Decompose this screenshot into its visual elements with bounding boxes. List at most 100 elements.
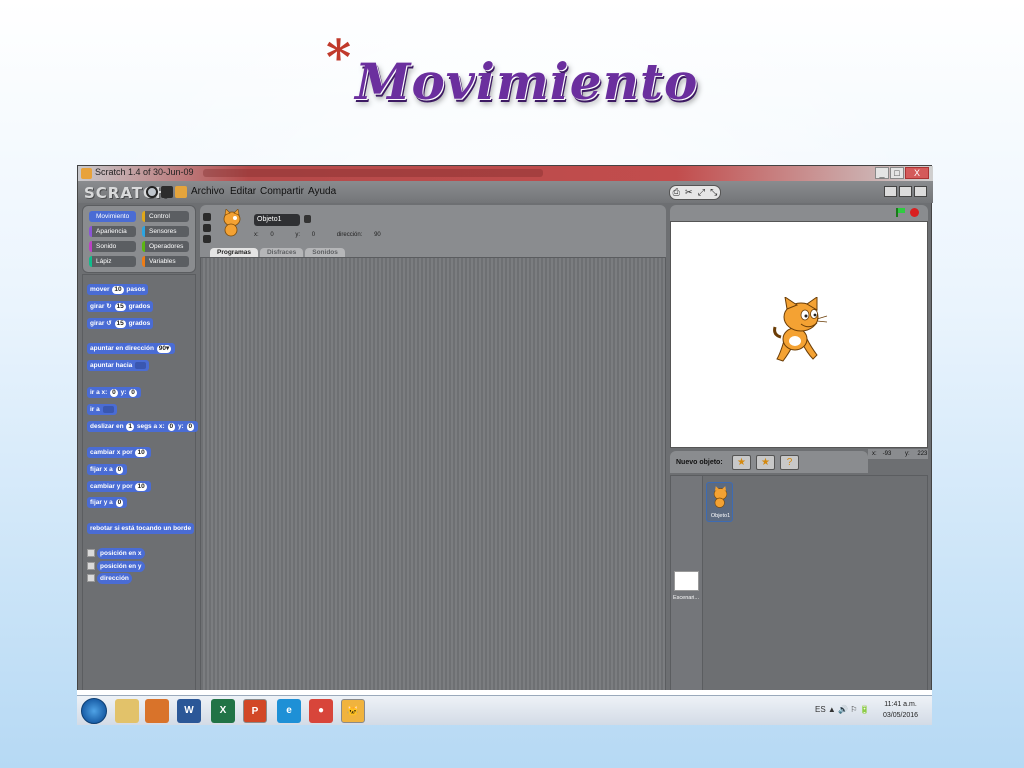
block-input[interactable]: 15 [114,303,126,311]
block-cambiar-y[interactable]: cambiar y por 10 [87,481,151,492]
save-icon[interactable] [161,186,173,198]
block-input[interactable]: 0 [186,423,195,431]
stamp-tool-icon[interactable]: ⎙ [673,187,680,198]
grow-tool-icon[interactable]: ⤢ [698,187,705,198]
sprite-tile-objeto1[interactable]: Objeto1 [706,482,733,522]
checkbox-posicion-x[interactable] [87,549,95,557]
scripts-area[interactable] [200,257,666,692]
green-flag-icon[interactable] [896,208,905,217]
stop-icon[interactable] [910,208,919,217]
block-input[interactable]: 0 [129,389,137,397]
start-button[interactable] [81,698,107,724]
menu-editar[interactable]: Editar [230,186,256,197]
tab-sonidos[interactable]: Sonidos [305,248,345,257]
block-text: cambiar y por [90,483,133,490]
stage[interactable] [670,221,928,448]
direction-value: 90 [374,232,381,238]
block-input[interactable]: 0 [110,389,118,397]
surprise-sprite-icon[interactable]: ? [780,455,799,470]
word-icon[interactable]: W [177,699,201,723]
block-input[interactable]: 0 [115,499,124,507]
choose-sprite-file-icon[interactable]: ★ [756,455,775,470]
category-selector: Movimiento Control Apariencia Sensores S… [82,205,196,273]
normal-stage-icon[interactable] [899,186,912,197]
share-icon[interactable] [175,186,187,198]
explorer-icon[interactable] [115,699,139,723]
block-ir-a-xy[interactable]: ir a x: 0 y: 0 [87,387,141,398]
rotate-style-icon[interactable] [203,213,211,221]
block-deslizar[interactable]: deslizar en 1 segs a x: 0 y: 0 [87,421,199,432]
flip-style-icon[interactable] [203,224,211,232]
cut-tool-icon[interactable]: ✂ [685,187,693,198]
media-player-icon[interactable] [145,699,169,723]
block-input[interactable]: 1 [126,423,135,431]
block-cambiar-x[interactable]: cambiar x por 10 [87,447,151,458]
clock[interactable]: 11:41 a.m. 03/05/2016 [883,699,918,721]
block-dropdown[interactable] [135,361,147,369]
minimize-button[interactable]: _ [875,167,889,179]
menu-compartir[interactable]: Compartir [260,186,304,197]
scratch-window: Scratch 1.4 of 30-Jun-09 _ □ X SCRATCH A… [77,165,933,725]
block-text: posición en x [100,550,142,557]
slide-title: * Movimiento [326,30,698,120]
block-input[interactable]: 10 [135,449,147,457]
block-apuntar-direccion[interactable]: apuntar en dirección 90▾ [87,343,176,354]
block-input[interactable]: 10 [112,286,124,294]
block-fijar-x[interactable]: fijar x a 0 [87,464,128,475]
scratch-taskbar-icon[interactable]: 🐱 [341,699,365,723]
block-text: posición en y [100,563,142,570]
checkbox-posicion-y[interactable] [87,562,95,570]
y-value: 0 [311,232,316,238]
category-apariencia[interactable]: Apariencia [89,226,136,237]
block-girar-izquierda[interactable]: girar ↺ 15 grados [87,318,154,329]
block-input[interactable]: 15 [114,320,126,328]
maximize-button[interactable]: □ [890,167,904,179]
reporter-direccion[interactable]: dirección [97,573,132,584]
reporter-posicion-y[interactable]: posición en y [97,561,145,572]
presentation-mode-icon[interactable] [914,186,927,197]
block-fijar-y[interactable]: fijar y a 0 [87,497,128,508]
block-apuntar-hacia[interactable]: apuntar hacia [87,360,150,371]
category-lapiz[interactable]: Lápiz [89,256,136,267]
close-button[interactable]: X [905,167,929,179]
block-dropdown[interactable] [102,405,114,413]
block-input[interactable]: 0 [115,466,124,474]
reporter-posicion-x[interactable]: posición en x [97,548,145,559]
chrome-icon[interactable]: ● [309,699,333,723]
block-input[interactable]: 10 [135,483,147,491]
block-input[interactable]: 90▾ [156,345,172,353]
category-sonido[interactable]: Sonido [89,241,136,252]
block-text: y: [120,389,127,396]
stage-thumbnail[interactable] [674,571,699,591]
block-text: ir a [90,406,100,413]
menu-archivo[interactable]: Archivo [191,186,224,197]
block-mover[interactable]: mover 10 pasos [87,284,149,295]
excel-icon[interactable]: X [211,699,235,723]
block-girar-derecha[interactable]: girar ↻ 15 grados [87,301,154,312]
powerpoint-icon[interactable]: P [243,699,267,723]
window-titlebar[interactable]: Scratch 1.4 of 30-Jun-09 _ □ X [78,166,933,181]
sprite-name-field[interactable]: Objeto1 [254,214,300,226]
block-input[interactable]: 0 [167,423,176,431]
tab-programas[interactable]: Programas [210,248,258,257]
no-rotate-icon[interactable] [203,235,211,243]
globe-icon[interactable] [146,186,158,198]
system-tray[interactable]: ES ▲ 🔊 ⚐ 🔋 [815,705,870,714]
block-ir-a[interactable]: ir a [87,404,117,415]
internet-explorer-icon[interactable]: e [277,699,301,723]
category-control[interactable]: Control [142,211,189,222]
small-stage-icon[interactable] [884,186,897,197]
paint-new-sprite-icon[interactable]: ★ [732,455,751,470]
shrink-tool-icon[interactable]: ⤡ [710,187,717,198]
category-sensores[interactable]: Sensores [142,226,189,237]
menu-ayuda[interactable]: Ayuda [308,186,336,197]
category-variables[interactable]: Variables [142,256,189,267]
cat-sprite[interactable] [771,297,829,367]
block-rebotar[interactable]: rebotar si está tocando un borde [87,523,195,534]
category-movimiento[interactable]: Movimiento [89,211,136,222]
mouse-y-label: y: [905,451,910,457]
checkbox-direccion[interactable] [87,574,95,582]
lock-icon[interactable] [304,215,311,223]
tab-disfraces[interactable]: Disfraces [259,248,304,257]
category-operadores[interactable]: Operadores [142,241,189,252]
